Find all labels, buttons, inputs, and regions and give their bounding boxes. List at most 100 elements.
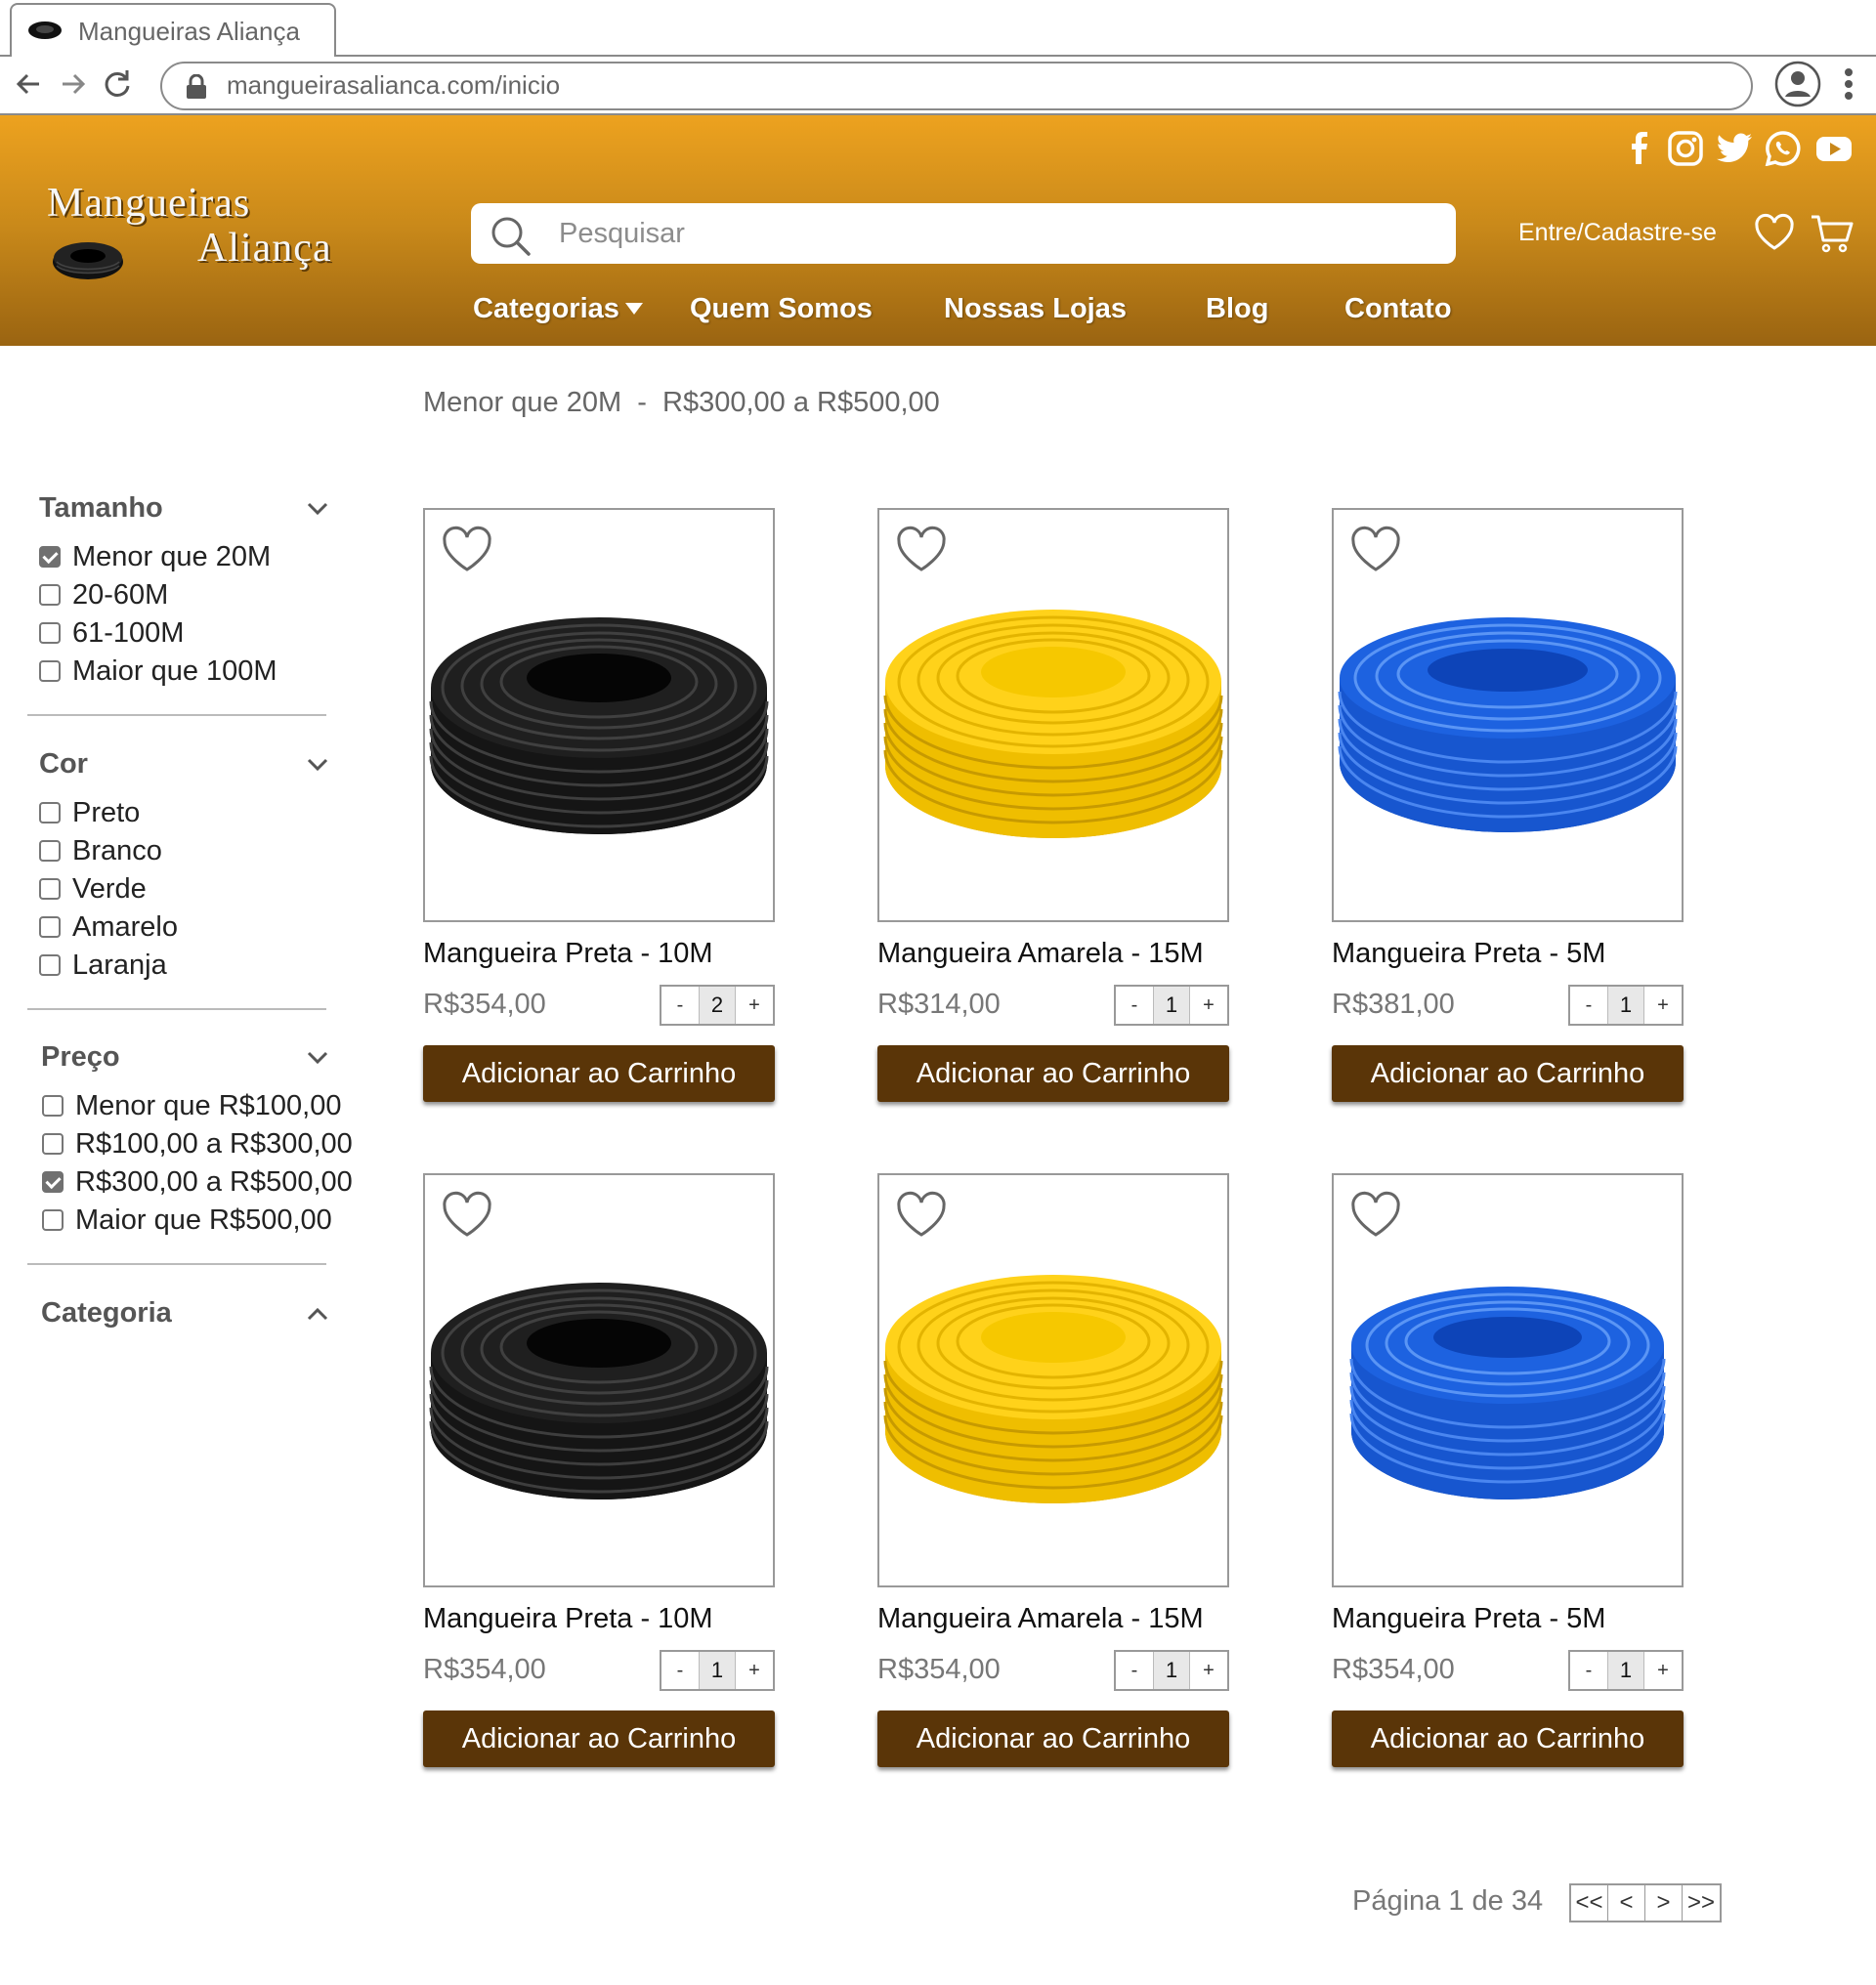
twitter-icon[interactable] — [1716, 131, 1753, 166]
filter-option-verde[interactable]: Verde — [39, 873, 147, 905]
checkbox[interactable] — [39, 954, 61, 976]
decrease-quantity-button[interactable]: - — [1570, 1652, 1607, 1689]
add-to-cart-button[interactable]: Adicionar ao Carrinho — [877, 1045, 1229, 1102]
filter-option-300-500[interactable]: R$300,00 a R$500,00 — [42, 1166, 353, 1198]
product-image[interactable] — [423, 508, 775, 922]
favorite-heart-icon[interactable] — [895, 526, 948, 574]
filter-option-61-100m[interactable]: 61-100M — [39, 617, 184, 649]
checkbox[interactable] — [42, 1133, 64, 1155]
checkbox[interactable] — [39, 916, 61, 938]
product-name[interactable]: Mangueira Preta - 5M — [1332, 938, 1605, 970]
checkbox[interactable] — [39, 802, 61, 824]
nav-contato[interactable]: Contato — [1344, 293, 1452, 325]
filter-option-amarelo[interactable]: Amarelo — [39, 911, 178, 943]
facebook-icon[interactable] — [1620, 131, 1657, 166]
next-page-button[interactable]: > — [1645, 1885, 1683, 1921]
back-arrow-icon[interactable] — [10, 64, 49, 104]
search-box[interactable] — [471, 203, 1456, 264]
product-name[interactable]: Mangueira Preta - 10M — [423, 1603, 713, 1635]
filter-title-preco[interactable]: Preço — [41, 1041, 120, 1074]
filter-option-maior-100m[interactable]: Maior que 100M — [39, 655, 277, 687]
increase-quantity-button[interactable]: + — [1644, 1652, 1682, 1689]
chevron-down-icon[interactable] — [307, 758, 328, 772]
add-to-cart-button[interactable]: Adicionar ao Carrinho — [423, 1045, 775, 1102]
checkbox-checked[interactable] — [42, 1171, 64, 1193]
checkbox[interactable] — [39, 660, 61, 682]
quantity-value[interactable]: 1 — [1607, 1652, 1644, 1689]
product-image[interactable] — [1332, 508, 1684, 922]
quantity-value[interactable]: 1 — [1153, 987, 1190, 1024]
favorite-heart-icon[interactable] — [441, 1191, 493, 1240]
search-icon[interactable] — [490, 216, 532, 257]
reload-icon[interactable] — [98, 64, 137, 104]
favorite-heart-icon[interactable] — [1349, 526, 1402, 574]
favorite-heart-icon[interactable] — [1349, 1191, 1402, 1240]
checkbox[interactable] — [39, 878, 61, 900]
youtube-icon[interactable] — [1815, 131, 1853, 166]
favorite-heart-icon[interactable] — [895, 1191, 948, 1240]
last-page-button[interactable]: >> — [1683, 1885, 1720, 1921]
whatsapp-icon[interactable] — [1765, 131, 1802, 166]
increase-quantity-button[interactable]: + — [736, 987, 773, 1024]
chevron-down-icon[interactable] — [307, 1051, 328, 1065]
quantity-value[interactable]: 2 — [699, 987, 736, 1024]
forward-arrow-icon[interactable] — [53, 64, 92, 104]
filter-option-laranja[interactable]: Laranja — [39, 950, 167, 981]
product-name[interactable]: Mangueira Amarela - 15M — [877, 1603, 1204, 1635]
filter-option-menor-20m[interactable]: Menor que 20M — [39, 541, 271, 572]
product-image[interactable] — [877, 508, 1229, 922]
product-image[interactable] — [877, 1173, 1229, 1587]
product-name[interactable]: Mangueira Preta - 5M — [1332, 1603, 1605, 1635]
checkbox[interactable] — [42, 1095, 64, 1117]
add-to-cart-button[interactable]: Adicionar ao Carrinho — [1332, 1710, 1684, 1767]
increase-quantity-button[interactable]: + — [1190, 1652, 1227, 1689]
checkbox[interactable] — [39, 840, 61, 862]
shopping-cart-icon[interactable] — [1810, 211, 1855, 256]
decrease-quantity-button[interactable]: - — [661, 1652, 699, 1689]
nav-quem-somos[interactable]: Quem Somos — [690, 293, 873, 325]
increase-quantity-button[interactable]: + — [736, 1652, 773, 1689]
product-name[interactable]: Mangueira Preta - 10M — [423, 938, 713, 970]
nav-categorias[interactable]: Categorias — [473, 293, 643, 325]
profile-icon[interactable] — [1774, 61, 1821, 107]
login-register-link[interactable]: Entre/Cadastre-se — [1518, 219, 1717, 247]
add-to-cart-button[interactable]: Adicionar ao Carrinho — [877, 1710, 1229, 1767]
browser-tab[interactable]: Mangueiras Aliança — [10, 3, 336, 57]
chevron-up-icon[interactable] — [307, 1307, 328, 1321]
filter-option-100-300[interactable]: R$100,00 a R$300,00 — [42, 1128, 353, 1160]
wishlist-heart-icon[interactable] — [1753, 211, 1796, 254]
search-input[interactable] — [559, 211, 1419, 256]
decrease-quantity-button[interactable]: - — [1116, 987, 1153, 1024]
checkbox[interactable] — [39, 622, 61, 644]
instagram-icon[interactable] — [1667, 131, 1704, 166]
add-to-cart-button[interactable]: Adicionar ao Carrinho — [423, 1710, 775, 1767]
filter-option-menor-100[interactable]: Menor que R$100,00 — [42, 1090, 341, 1121]
checkbox-checked[interactable] — [39, 546, 61, 568]
filter-title-categoria[interactable]: Categoria — [41, 1297, 172, 1330]
product-image[interactable] — [423, 1173, 775, 1587]
nav-nossas-lojas[interactable]: Nossas Lojas — [944, 293, 1127, 325]
decrease-quantity-button[interactable]: - — [1116, 1652, 1153, 1689]
checkbox[interactable] — [39, 584, 61, 606]
favorite-heart-icon[interactable] — [441, 526, 493, 574]
filter-option-maior-500[interactable]: Maior que R$500,00 — [42, 1204, 332, 1236]
product-name[interactable]: Mangueira Amarela - 15M — [877, 938, 1204, 970]
kebab-menu-icon[interactable] — [1837, 64, 1860, 104]
nav-blog[interactable]: Blog — [1206, 293, 1268, 325]
product-image[interactable] — [1332, 1173, 1684, 1587]
decrease-quantity-button[interactable]: - — [1570, 987, 1607, 1024]
decrease-quantity-button[interactable]: - — [661, 987, 699, 1024]
add-to-cart-button[interactable]: Adicionar ao Carrinho — [1332, 1045, 1684, 1102]
filter-title-cor[interactable]: Cor — [39, 748, 88, 781]
increase-quantity-button[interactable]: + — [1190, 987, 1227, 1024]
checkbox[interactable] — [42, 1209, 64, 1231]
first-page-button[interactable]: << — [1571, 1885, 1608, 1921]
chevron-down-icon[interactable] — [307, 502, 328, 516]
filter-title-tamanho[interactable]: Tamanho — [39, 492, 163, 525]
quantity-value[interactable]: 1 — [1153, 1652, 1190, 1689]
quantity-value[interactable]: 1 — [1607, 987, 1644, 1024]
quantity-value[interactable]: 1 — [699, 1652, 736, 1689]
filter-option-preto[interactable]: Preto — [39, 797, 140, 828]
increase-quantity-button[interactable]: + — [1644, 987, 1682, 1024]
previous-page-button[interactable]: < — [1608, 1885, 1645, 1921]
